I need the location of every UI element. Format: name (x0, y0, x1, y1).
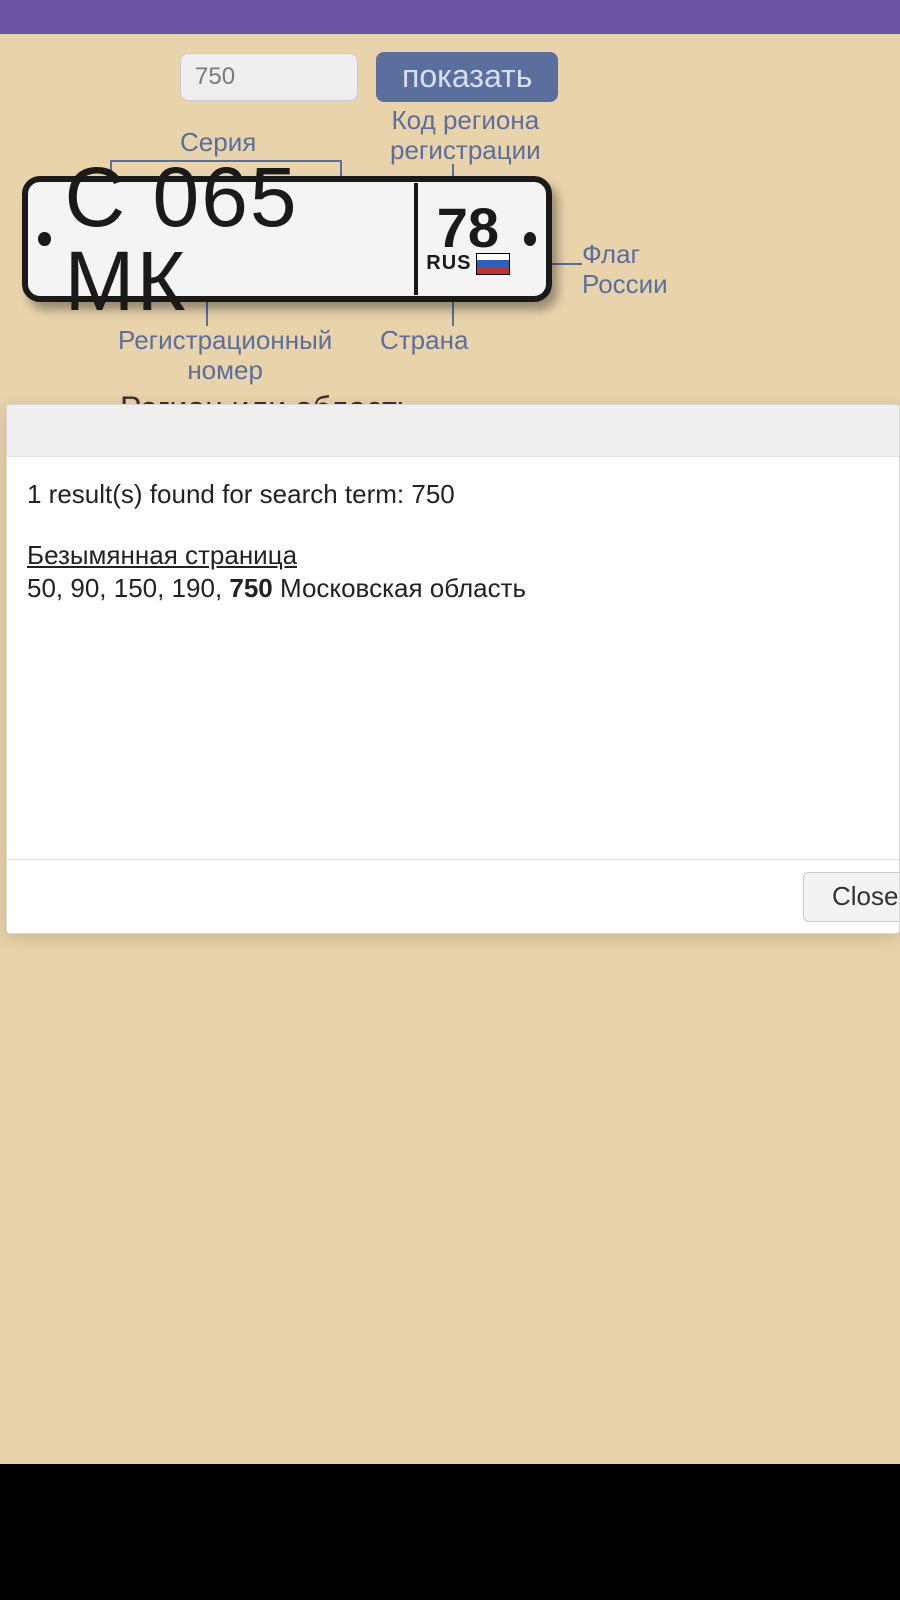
plate-region-code: 78 (437, 201, 499, 254)
result-snippet-prefix: 50, 90, 150, 190, (27, 573, 229, 603)
plate-hole-left (38, 232, 51, 246)
results-footer: Close (7, 859, 899, 933)
license-plate: С 065 МК 78 RUS (22, 176, 552, 302)
show-button[interactable]: показать (376, 52, 558, 102)
result-count-prefix: 1 result(s) found for search term: (27, 479, 411, 509)
result-snippet: 50, 90, 150, 190, 750 Московская область (27, 573, 879, 604)
russia-flag-icon (476, 253, 510, 275)
plate-rus-text: RUS (426, 252, 471, 275)
results-panel: 1 result(s) found for search term: 750 Б… (6, 404, 900, 934)
plate-main-text: С 065 МК (61, 182, 406, 296)
plate-region-block: 78 RUS (420, 182, 513, 296)
close-button[interactable]: Close (803, 872, 899, 922)
country-label: Страна (380, 326, 468, 356)
plate-hole-right (524, 232, 537, 246)
bottom-bar (0, 1464, 900, 1600)
plate-separator (414, 183, 418, 295)
result-snippet-suffix: Московская область (273, 573, 526, 603)
results-body: 1 result(s) found for search term: 750 Б… (7, 457, 899, 626)
flag-label: Флаг России (582, 240, 668, 300)
result-count: 1 result(s) found for search term: 750 (27, 479, 879, 510)
plate-diagram: Серия Код региона регистрации Флаг Росси… (0, 108, 900, 388)
region-code-label: Код региона регистрации (390, 106, 541, 166)
result-snippet-bold: 750 (229, 573, 272, 603)
results-header (7, 405, 899, 457)
reg-number-label: Регистрационный номер (118, 326, 332, 386)
result-link[interactable]: Безымянная страница (27, 540, 879, 571)
result-count-term: 750 (411, 479, 454, 509)
region-code-input[interactable] (180, 53, 358, 101)
top-bar (0, 0, 900, 34)
search-row: показать (0, 34, 900, 102)
